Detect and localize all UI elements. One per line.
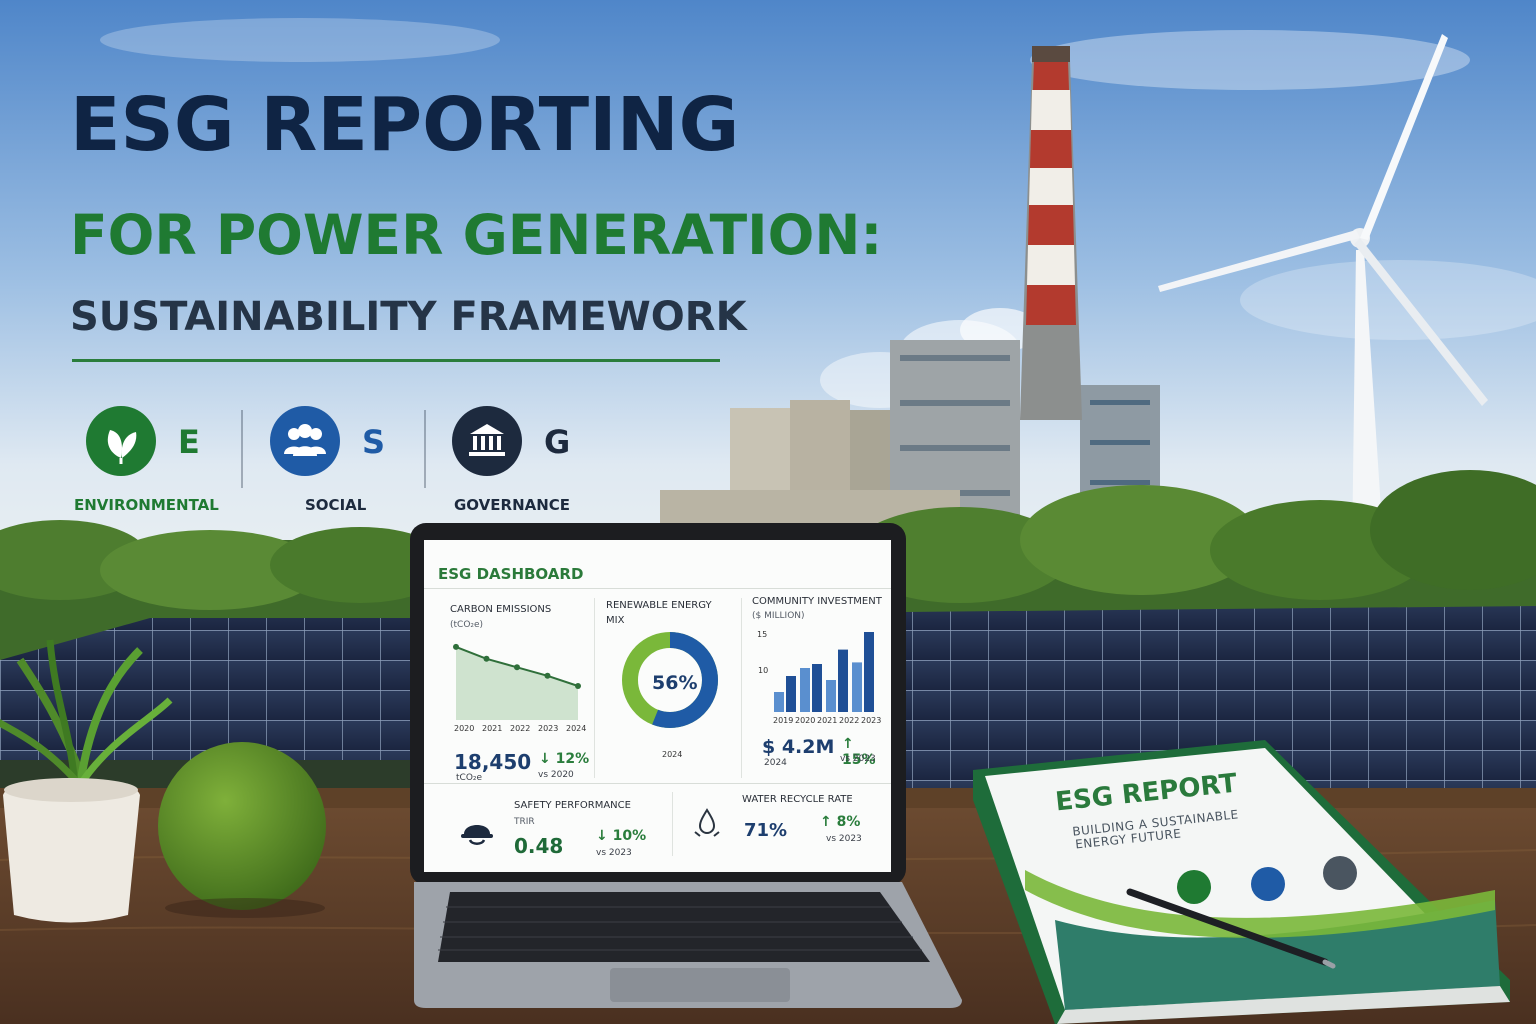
carbon-emissions-delta: ↓ 12%: [539, 751, 590, 767]
water-recycle-icon: [694, 808, 720, 837]
carbon-point: [544, 672, 551, 679]
community-bar: [812, 664, 822, 712]
pillar-divider: [241, 410, 243, 488]
community-year-label: 2020: [795, 716, 816, 725]
community-investment-compare: vs 2023: [840, 754, 876, 764]
institution-icon: [1323, 856, 1357, 890]
pillar-letter-s: S: [362, 423, 386, 461]
water-recycle-label: WATER RECYCLE RATE: [742, 794, 853, 805]
carbon-emissions-compare: vs 2020: [538, 770, 574, 780]
carbon-point: [483, 655, 490, 662]
pillar-social: S SOCIAL: [270, 406, 440, 516]
water-recycle-delta: ↑ 8%: [820, 814, 861, 830]
water-recycle-value: 71%: [744, 820, 788, 841]
pillar-environmental: E ENVIRONMENTAL: [74, 406, 256, 516]
title-line-3: SUSTAINABILITY FRAMEWORK: [70, 294, 747, 340]
renewable-mix-label: RENEWABLE ENERGY: [606, 600, 712, 611]
carbon-year-label: 2024: [566, 724, 587, 733]
community-investment-label: COMMUNITY INVESTMENT: [752, 596, 882, 607]
title-line-1: ESG REPORTING: [70, 82, 740, 168]
carbon-emissions-unit: (tCO₂e): [450, 620, 484, 630]
safety-performance-compare: vs 2023: [596, 848, 632, 858]
people-icon: [270, 406, 340, 476]
carbon-year-label: 2023: [538, 724, 559, 733]
community-investment-chart: [774, 632, 874, 712]
pillar-letter-g: G: [544, 423, 571, 461]
panel-divider: [594, 598, 595, 778]
carbon-year-label: 2021: [482, 724, 503, 733]
safety-performance-metric: TRIR: [514, 817, 535, 827]
esg-report-book: [973, 740, 1510, 1024]
community-bar: [786, 676, 796, 712]
renewable-mix-percent: 56%: [652, 672, 698, 694]
dashboard-title: ESG DASHBOARD: [438, 565, 584, 583]
community-bar: [800, 668, 810, 712]
community-year-label: 2022: [839, 716, 860, 725]
carbon-point: [453, 643, 459, 650]
safety-performance-delta: ↓ 10%: [596, 828, 647, 844]
community-year-label: 2021: [817, 716, 838, 725]
dashboard-header-divider: [424, 588, 891, 589]
safety-performance-label: SAFETY PERFORMANCE: [514, 800, 631, 811]
people-icon: [1251, 867, 1285, 901]
esg-dashboard-screen: ESG DASHBOARD CARBON EMISSIONS (tCO₂e) 2…: [424, 540, 891, 872]
community-year-label: 2023: [861, 716, 882, 725]
renewable-mix-year: 2024: [662, 750, 683, 759]
trackpad: [610, 968, 790, 1002]
carbon-emissions-value: 18,450: [454, 750, 532, 774]
community-bar: [774, 692, 784, 712]
leaf-icon: [1177, 870, 1211, 904]
title-line-2: FOR POWER GENERATION:: [70, 203, 883, 267]
laptop-keyboard-base: [414, 882, 962, 1008]
community-bar: [864, 632, 874, 712]
renewable-mix-label-2: MIX: [606, 615, 625, 626]
leaf-icon: [86, 406, 156, 476]
hard-hat-icon: [461, 825, 493, 845]
panel-divider: [672, 792, 673, 856]
panel-divider: [424, 783, 891, 784]
title-underline: [72, 359, 720, 362]
community-investment-year: 2024: [764, 758, 787, 768]
carbon-point: [575, 683, 581, 689]
community-y-tick: 10: [758, 666, 769, 675]
pillar-label-social: SOCIAL: [305, 496, 367, 514]
community-investment-unit: ($ MILLION): [752, 611, 805, 621]
water-recycle-compare: vs 2023: [826, 834, 862, 844]
panel-divider: [741, 598, 742, 778]
carbon-area: [456, 646, 578, 720]
institution-icon: [452, 406, 522, 476]
community-year-label: 2019: [773, 716, 794, 725]
carbon-point: [514, 664, 520, 671]
community-bar: [838, 649, 848, 712]
community-bar: [826, 680, 836, 712]
community-investment-value: $ 4.2M: [762, 736, 835, 758]
hero-scene: ESG REPORTING FOR POWER GENERATION: SUST…: [0, 0, 1536, 1024]
community-bar: [852, 662, 862, 712]
carbon-emissions-chart: [453, 643, 581, 720]
pillar-label-environmental: ENVIRONMENTAL: [74, 496, 219, 514]
pillar-letter-e: E: [178, 423, 200, 461]
carbon-emissions-label: CARBON EMISSIONS: [450, 604, 552, 615]
pillar-divider: [424, 410, 426, 488]
carbon-year-label: 2020: [454, 724, 475, 733]
carbon-emissions-value-unit: tCO₂e: [456, 773, 483, 783]
carbon-year-label: 2022: [510, 724, 531, 733]
community-y-tick: 15: [757, 630, 768, 639]
safety-performance-value: 0.48: [514, 834, 564, 858]
pillar-governance: G GOVERNANCE: [452, 406, 622, 516]
pillar-label-governance: GOVERNANCE: [454, 496, 571, 514]
